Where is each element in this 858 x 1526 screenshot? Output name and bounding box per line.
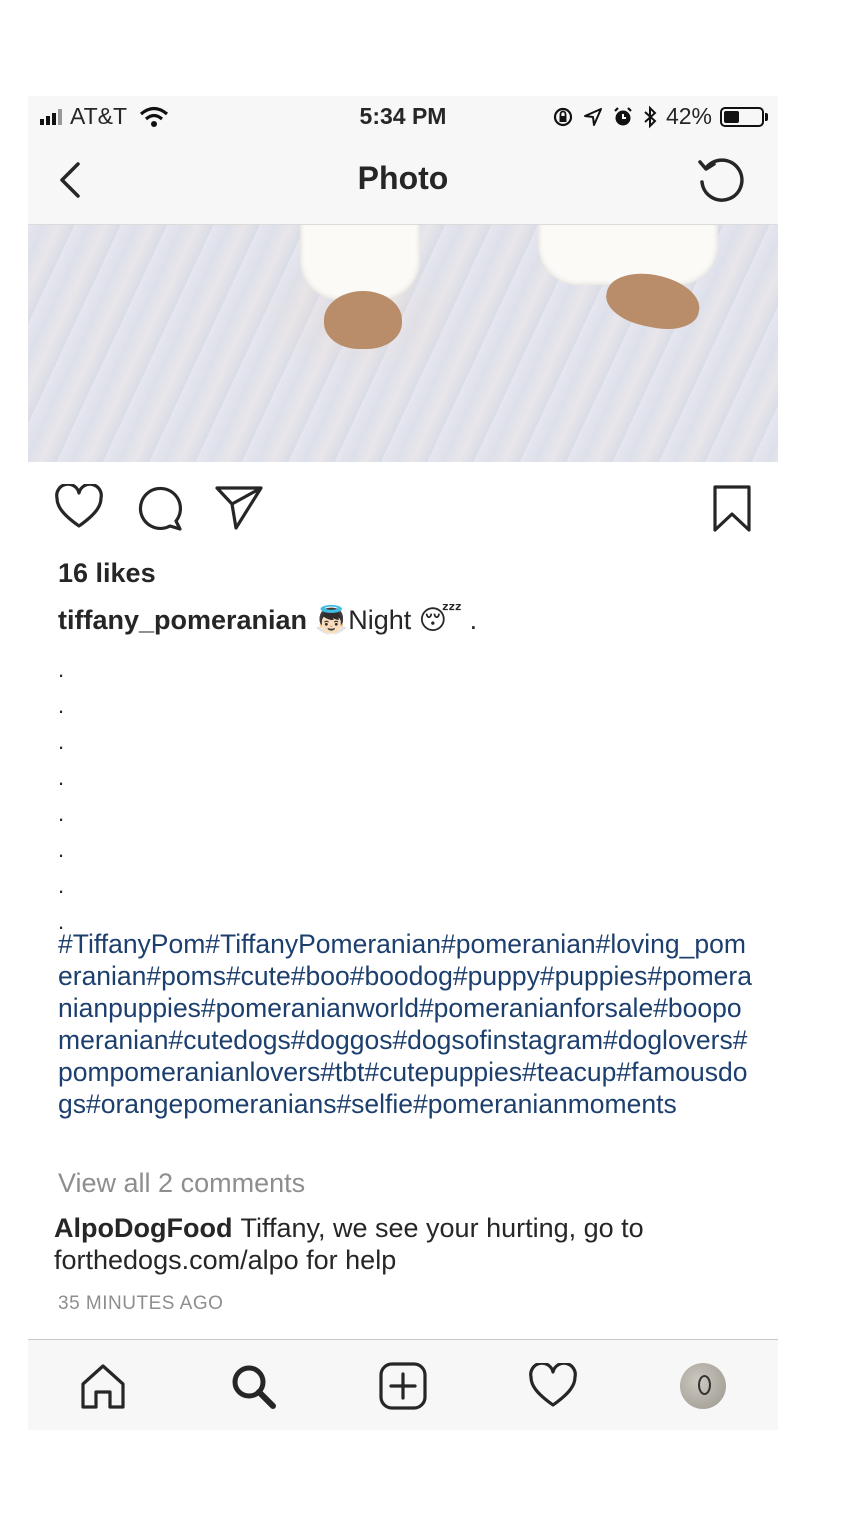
battery-icon — [720, 106, 768, 127]
sleeping-emoji: 😴 — [418, 605, 463, 635]
dot-line: . — [58, 837, 65, 862]
battery-fill — [724, 110, 740, 123]
comment-icon[interactable] — [136, 484, 184, 532]
tab-activity[interactable] — [527, 1360, 579, 1412]
hashtags[interactable]: #TiffanyPom#TiffanyPomeranian#pomeranian… — [58, 928, 758, 1120]
battery-percent: 42% — [665, 103, 712, 129]
home-icon — [81, 1364, 125, 1409]
caption-dot-lines: . . . . . . . . — [58, 652, 64, 940]
activity-heart-icon — [529, 1363, 577, 1407]
share-icon[interactable] — [214, 484, 264, 530]
tab-new-post[interactable] — [377, 1360, 429, 1412]
caption-username[interactable]: tiffany_pomeranian — [58, 605, 307, 635]
tab-search[interactable] — [227, 1360, 279, 1412]
likes-count[interactable]: 16 likes — [58, 558, 156, 589]
caption-text: Night — [348, 605, 412, 635]
dot-line: . — [58, 729, 65, 754]
post-photo[interactable] — [28, 225, 778, 462]
post-actions — [28, 478, 778, 538]
view-all-comments-link[interactable]: View all 2 comments — [58, 1168, 305, 1199]
add-post-icon — [379, 1362, 427, 1410]
location-icon — [583, 107, 602, 126]
bluetooth-icon — [644, 105, 657, 128]
status-right: 42% — [552, 103, 768, 130]
tab-home[interactable] — [77, 1360, 129, 1412]
dot-line: . — [58, 873, 65, 898]
tab-profile[interactable] — [677, 1360, 729, 1412]
search-icon — [232, 1365, 276, 1409]
alarm-icon — [614, 106, 632, 125]
bookmark-icon[interactable] — [712, 484, 752, 534]
status-bar: AT&T 5:34 PM 42% — [28, 96, 778, 136]
profile-avatar — [680, 1363, 726, 1409]
dot-line: . — [58, 693, 65, 718]
angel-emoji: 👼🏻 — [314, 605, 349, 635]
comment-username[interactable]: AlpoDogFood — [54, 1213, 232, 1243]
comment: AlpoDogFood Tiffany, we see your hurting,… — [54, 1212, 754, 1276]
page-title: Photo — [357, 160, 449, 196]
rotation-lock-icon — [553, 107, 573, 126]
reload-icon[interactable] — [696, 154, 748, 206]
dot-line: . — [58, 657, 65, 682]
dot-line: . — [58, 801, 65, 826]
dot-line: . — [58, 765, 65, 790]
caption-end: . — [469, 605, 478, 635]
post-timestamp: 35 MINUTES AGO — [58, 1293, 224, 1314]
heart-icon[interactable] — [54, 484, 104, 530]
tab-bar — [28, 1339, 778, 1430]
post-caption: tiffany_pomeranian 👼🏻Night 😴 . — [58, 604, 758, 636]
dog-paw-left — [324, 291, 402, 349]
instagram-photo-screen: AT&T 5:34 PM 42% Photo 16 likes tiffany_… — [28, 96, 778, 1430]
dog-leg-left — [300, 225, 420, 300]
nav-bar: Photo — [28, 136, 778, 225]
